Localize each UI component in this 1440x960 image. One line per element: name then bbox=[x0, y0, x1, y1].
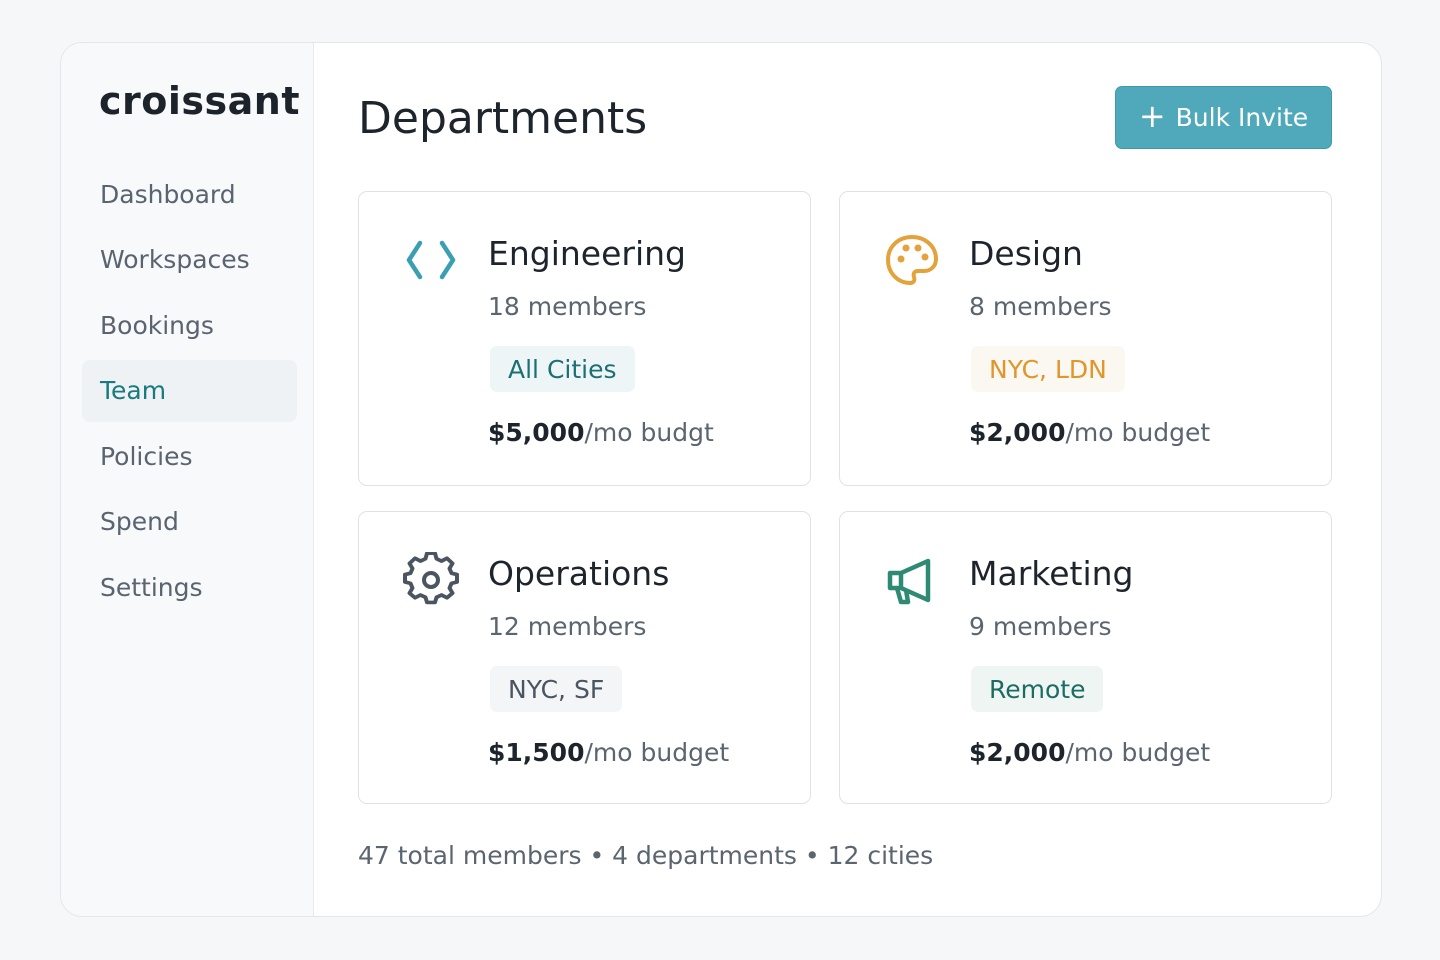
budget-amount: $1,500 bbox=[488, 738, 585, 767]
budget-text: $1,500/mo budget bbox=[488, 738, 729, 767]
gear-icon bbox=[403, 552, 459, 605]
budget-text: $2,000/mo budget bbox=[969, 418, 1210, 447]
app-window: croissant Dashboard Workspaces Bookings … bbox=[60, 42, 1382, 917]
department-card-engineering[interactable]: Engineering 18 members All Cities $5,000… bbox=[358, 191, 811, 486]
department-card-operations[interactable]: Operations 12 members NYC, SF $1,500/mo … bbox=[358, 511, 811, 804]
department-card-marketing[interactable]: Marketing 9 members Remote $2,000/mo bud… bbox=[839, 511, 1332, 804]
sidebar-item-dashboard[interactable]: Dashboard bbox=[82, 163, 297, 225]
department-card-design[interactable]: Design 8 members NYC, LDN $2,000/mo budg… bbox=[839, 191, 1332, 486]
sidebar-nav: Dashboard Workspaces Bookings Team Polic… bbox=[82, 163, 297, 622]
city-tag: Remote bbox=[971, 666, 1104, 712]
budget-suffix: /mo budget bbox=[1065, 738, 1211, 767]
plus-icon: + bbox=[1138, 97, 1166, 135]
palette-icon bbox=[886, 235, 938, 285]
city-tag: All Cities bbox=[490, 346, 635, 392]
department-name: Marketing bbox=[969, 554, 1134, 593]
page-title: Departments bbox=[358, 93, 648, 144]
sidebar-item-settings[interactable]: Settings bbox=[82, 556, 297, 618]
budget-amount: $2,000 bbox=[969, 418, 1066, 447]
city-tag: NYC, SF bbox=[490, 666, 623, 712]
bulk-invite-button[interactable]: + Bulk Invite bbox=[1115, 86, 1332, 149]
sidebar-item-spend[interactable]: Spend bbox=[82, 491, 297, 553]
member-count: 8 members bbox=[969, 292, 1112, 321]
main-content: Departments + Bulk Invite Engineering 18… bbox=[314, 43, 1381, 916]
sidebar-item-bookings[interactable]: Bookings bbox=[82, 294, 297, 356]
megaphone-icon bbox=[887, 558, 931, 605]
member-count: 12 members bbox=[488, 612, 647, 641]
budget-amount: $5,000 bbox=[488, 418, 585, 447]
budget-suffix: /mo budgt bbox=[584, 418, 714, 447]
bulk-invite-label: Bulk Invite bbox=[1175, 103, 1309, 132]
budget-suffix: /mo budget bbox=[584, 738, 730, 767]
code-icon bbox=[406, 240, 456, 280]
department-name: Operations bbox=[488, 554, 670, 593]
budget-suffix: /mo budget bbox=[1065, 418, 1211, 447]
sidebar: croissant Dashboard Workspaces Bookings … bbox=[61, 43, 314, 916]
budget-text: $5,000/mo budgt bbox=[488, 418, 714, 447]
app-logo: croissant bbox=[99, 79, 300, 123]
member-count: 18 members bbox=[488, 292, 647, 321]
sidebar-item-team[interactable]: Team bbox=[82, 359, 297, 422]
department-name: Design bbox=[969, 234, 1083, 273]
city-tag: NYC, LDN bbox=[971, 346, 1125, 392]
member-count: 9 members bbox=[969, 612, 1112, 641]
sidebar-item-policies[interactable]: Policies bbox=[82, 425, 297, 487]
budget-amount: $2,000 bbox=[969, 738, 1066, 767]
sidebar-item-workspaces[interactable]: Workspaces bbox=[82, 229, 297, 291]
department-name: Engineering bbox=[488, 234, 686, 273]
summary-stats: 47 total members • 4 departments • 12 ci… bbox=[358, 841, 934, 870]
budget-text: $2,000/mo budget bbox=[969, 738, 1210, 767]
